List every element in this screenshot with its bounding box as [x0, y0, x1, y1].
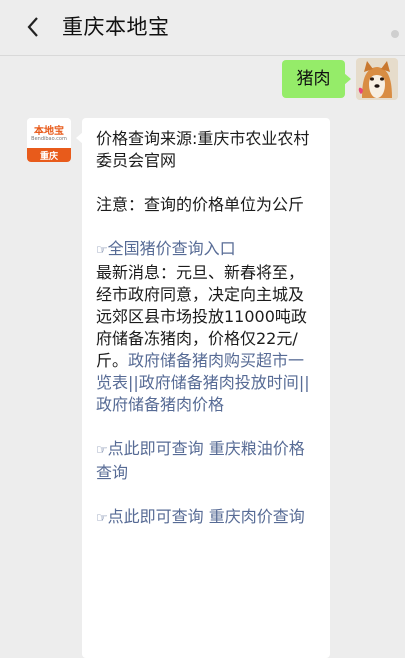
reserve-pork-time-link[interactable]: 政府储备猪肉投放时间: [139, 373, 299, 392]
outgoing-message: 猪肉: [0, 56, 405, 106]
grain-oil-price-link[interactable]: ☞点此即可查询 重庆粮油价格查询: [96, 439, 305, 482]
meat-price-link[interactable]: ☞点此即可查询 重庆肉价查询: [96, 507, 305, 526]
bendibao-avatar[interactable]: 本地宝 Bendibao.com 重庆: [27, 118, 71, 162]
user-avatar[interactable]: [356, 58, 398, 100]
unit-note-text: 注意：查询的价格单位为公斤: [96, 195, 305, 214]
pointing-hand-icon: ☞: [96, 511, 108, 526]
incoming-bubble: 价格查询来源:重庆市农业农村委员会官网 注意：查询的价格单位为公斤 ☞全国猪价查…: [76, 118, 330, 658]
link-separator: ||: [298, 373, 310, 392]
chevron-left-icon: [27, 17, 38, 37]
logo-url: Bendibao.com: [31, 136, 67, 142]
more-dot-icon[interactable]: [391, 30, 399, 38]
chat-header: 重庆本地宝: [0, 0, 405, 56]
pointing-hand-icon: ☞: [96, 443, 108, 458]
reserve-pork-price-link[interactable]: 政府储备猪肉价格: [96, 395, 224, 414]
outgoing-bubble[interactable]: 猪肉: [282, 60, 351, 98]
chat-title: 重庆本地宝: [62, 15, 170, 39]
shiba-dog-avatar-icon: [356, 58, 398, 100]
price-source-text: 价格查询来源:重庆市农业农村委员会官网: [96, 129, 310, 170]
link-separator: ||: [128, 373, 139, 392]
back-button[interactable]: [18, 12, 48, 42]
logo-text: 本地宝: [34, 126, 64, 137]
pointing-hand-icon: ☞: [96, 243, 108, 258]
national-pig-price-link[interactable]: ☞全国猪价查询入口: [96, 239, 236, 258]
logo-city: 重庆: [39, 152, 58, 162]
